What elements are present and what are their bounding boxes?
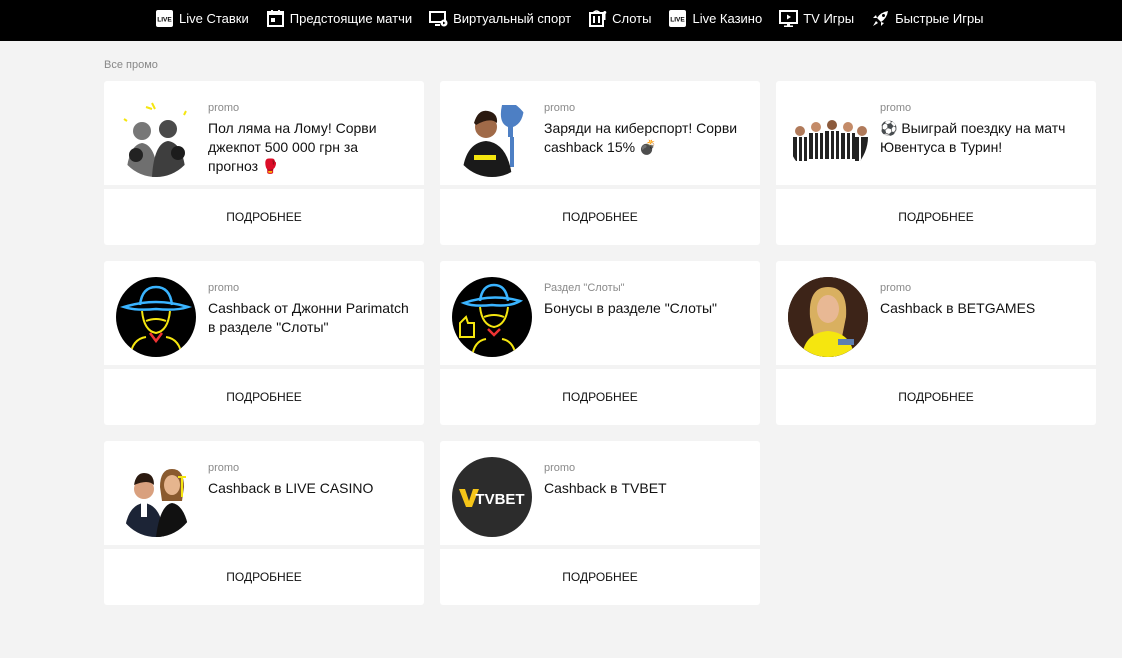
promo-card: promo Cashback в LIVE CASINO ПОДРОБНЕЕ [104, 441, 424, 605]
promo-title: Cashback в BETGAMES [880, 300, 1036, 316]
neon-cowboy-image [116, 277, 196, 357]
promo-card-header[interactable]: promo Пол ляма на Лому! Сорви джекпот 50… [104, 81, 424, 185]
nav-item-upcoming[interactable]: Предстоящие матчи [266, 9, 412, 28]
live-casino-dealers-image [116, 457, 196, 537]
nav-item-live-bets[interactable]: LIVE Live Ставки [155, 9, 249, 28]
promo-card: promo Cashback в BETGAMES ПОДРОБНЕЕ [776, 261, 1096, 425]
monitor-play-icon [429, 10, 448, 26]
promo-title: Cashback в LIVE CASINO [208, 480, 374, 496]
nav-item-quick-games[interactable]: Быстрые Игры [871, 9, 984, 28]
promo-title: Пол ляма на Лому! Сорви джекпот 500 000 … [208, 120, 377, 174]
svg-text:LIVE: LIVE [157, 16, 172, 23]
more-button[interactable]: ПОДРОБНЕЕ [440, 549, 760, 605]
nav-item-label: Быстрые Игры [895, 10, 984, 26]
promo-tag: promo [208, 102, 240, 114]
promo-card-header[interactable]: promo Cashback от Джонни Parimatch в раз… [104, 261, 424, 365]
promo-title: ⚽ Выиграй поездку на матч Ювентуса в Тур… [880, 120, 1066, 155]
calendar-icon [266, 9, 284, 27]
promo-card: promo Заряди на киберспорт! Сорви cashba… [440, 81, 760, 245]
more-button[interactable]: ПОДРОБНЕЕ [440, 189, 760, 245]
promo-card: Раздел "Слоты" Бонусы в разделе "Слоты" … [440, 261, 760, 425]
promo-card-header[interactable]: TVBET promo Cashback в TVBET [440, 441, 760, 545]
more-button[interactable]: ПОДРОБНЕЕ [440, 369, 760, 425]
svg-text:TVBET: TVBET [475, 491, 524, 508]
promo-tag: promo [880, 282, 912, 294]
promo-card-header[interactable]: promo Cashback в LIVE CASINO [104, 441, 424, 545]
nav-item-label: Слоты [612, 10, 652, 26]
more-button[interactable]: ПОДРОБНЕЕ [776, 369, 1096, 425]
promo-card: promo Пол ляма на Лому! Сорви джекпот 50… [104, 81, 424, 245]
live-badge-icon: LIVE [156, 9, 173, 27]
promo-card-header[interactable]: promo Заряди на киберспорт! Сорви cashba… [440, 81, 760, 185]
rocket-icon [873, 10, 889, 26]
nav-item-label: Предстоящие матчи [289, 10, 413, 26]
svg-text:LIVE: LIVE [671, 16, 686, 23]
promo-title: Cashback от Джонни Parimatch в разделе "… [208, 300, 409, 335]
more-button[interactable]: ПОДРОБНЕЕ [776, 189, 1096, 245]
section-title: Все промо [104, 59, 158, 71]
nav-item-label: TV Игры [803, 10, 855, 26]
tv-icon [779, 9, 799, 27]
promo-title: Cashback в TVBET [544, 480, 667, 496]
promo-tag: promo [544, 102, 576, 114]
nav-item-live-casino[interactable]: LIVE Live Казино [668, 9, 762, 28]
tvbet-logo-image: TVBET [452, 457, 532, 537]
promo-card-header[interactable]: promo Cashback в BETGAMES [776, 261, 1096, 365]
promo-tag: Раздел "Слоты" [544, 282, 625, 294]
juventus-players-image [788, 97, 868, 177]
nav-item-label: Live Ставки [179, 10, 249, 26]
neon-cowboy-thumbs-up-image [452, 277, 532, 357]
esports-player-trophy-image [452, 97, 532, 177]
nav-item-virtual-sport[interactable]: Виртуальный спорт [429, 9, 571, 28]
more-button[interactable]: ПОДРОБНЕЕ [104, 369, 424, 425]
nav-item-tv-games[interactable]: TV Игры [779, 9, 854, 28]
promo-card: promo Cashback от Джонни Parimatch в раз… [104, 261, 424, 425]
nav-item-label: Виртуальный спорт [453, 10, 572, 26]
nav-item-label: Live Казино [692, 10, 763, 26]
promo-card: TVBET promo Cashback в TVBET ПОДРОБНЕЕ [440, 441, 760, 605]
nav-item-slots[interactable]: Слоты [588, 9, 651, 28]
more-button[interactable]: ПОДРОБНЕЕ [104, 189, 424, 245]
nav-menu: LIVE Live Ставки Предстоящие матчи Вирту… [155, 0, 1001, 36]
slot-machine-icon [589, 9, 607, 27]
promo-card: promo ⚽ Выиграй поездку на матч Ювентуса… [776, 81, 1096, 245]
promo-title: Заряди на киберспорт! Сорви cashback 15%… [544, 120, 738, 155]
betgames-dealer-image [788, 277, 868, 357]
promo-tag: promo [880, 102, 912, 114]
promo-tag: promo [544, 462, 576, 474]
promo-card-header[interactable]: Раздел "Слоты" Бонусы в разделе "Слоты" [440, 261, 760, 365]
more-button[interactable]: ПОДРОБНЕЕ [104, 549, 424, 605]
promo-title: Бонусы в разделе "Слоты" [544, 300, 718, 316]
live-badge-icon: LIVE [669, 9, 687, 27]
promo-card-header[interactable]: promo ⚽ Выиграй поездку на матч Ювентуса… [776, 81, 1096, 185]
promo-tag: promo [208, 282, 240, 294]
promo-grid: promo Пол ляма на Лому! Сорви джекпот 50… [104, 81, 1096, 605]
top-navigation-bar: LIVE Live Ставки Предстоящие матчи Вирту… [0, 0, 1122, 41]
boxers-image [116, 97, 196, 177]
promo-tag: promo [208, 462, 240, 474]
